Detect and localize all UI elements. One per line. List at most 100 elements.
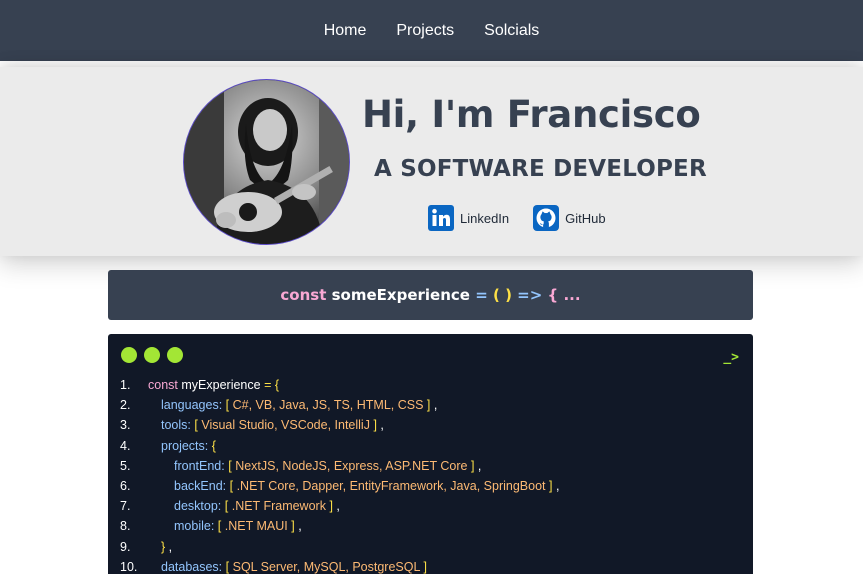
code-line: 7. desktop: [ .NET Framework ] , (108, 496, 753, 516)
code-punctuation: , (168, 539, 173, 554)
experience-banner: const someExperience = ( ) => { ... (108, 270, 753, 320)
nav-home-link[interactable]: Home (324, 22, 367, 40)
code-line: 6. backEnd: [ .NET Core, Dapper, EntityFr… (108, 476, 753, 496)
code-line: 4. projects: { (108, 436, 753, 456)
code-value: .NET Core, Dapper, EntityFramework, Java… (236, 479, 546, 494)
code-open-bracket: [ (228, 458, 232, 473)
banner-parens: ( ) (493, 286, 512, 304)
github-link[interactable]: GitHub (533, 205, 606, 231)
banner-keyword: const (280, 286, 327, 304)
banner-arrow: => (517, 286, 543, 304)
banner-equals: = (475, 286, 488, 304)
window-controls (121, 347, 183, 363)
code-line: 8. mobile: [ .NET MAUI ] , (108, 516, 753, 536)
code-property: tools: (161, 418, 191, 433)
code-close-bracket: ] (329, 499, 333, 514)
profile-photo-icon (184, 80, 349, 244)
code-punctuation: , (336, 499, 340, 514)
code-open-bracket: [ (229, 479, 234, 494)
linkedin-link[interactable]: LinkedIn (428, 205, 509, 231)
line-number: 9. (120, 539, 131, 554)
code-editor: _> 1. const myExperience = { 2. languages:… (108, 334, 753, 574)
profile-avatar (183, 79, 350, 245)
code-open-bracket: [ (225, 398, 230, 413)
social-links: LinkedIn GitHub (428, 205, 606, 231)
code-punctuation: , (477, 458, 482, 473)
code-property: mobile: (174, 519, 215, 534)
code-open-bracket: [ (194, 418, 198, 433)
hero-section: Hi, I'm Francisco A SOFTWARE DEVELOPER L… (0, 67, 863, 256)
nav-socials-link[interactable]: Solcials (484, 22, 539, 40)
banner-name: someExperience (331, 286, 470, 304)
code-value: .NET Framework (231, 499, 326, 514)
code-property: backEnd: (174, 479, 227, 494)
hero-title: Hi, I'm Francisco (362, 93, 701, 136)
code-punctuation: , (433, 398, 438, 413)
code-property: desktop: (174, 499, 222, 514)
banner-ellipsis: ... (563, 286, 581, 304)
code-property: databases: (161, 559, 223, 574)
hero-subtitle: A SOFTWARE DEVELOPER (374, 156, 707, 182)
line-number: 3. (120, 418, 131, 433)
banner-brace: { (547, 286, 559, 304)
code-value: Visual Studio, VSCode, IntelliJ (201, 418, 370, 433)
line-number: 10. (120, 559, 138, 574)
terminal-prompt: _> (723, 350, 739, 365)
code-text: desktop: [ .NET Framework ] , (148, 499, 340, 513)
line-number: 2. (120, 398, 131, 413)
top-nav: Home Projects Solcials (0, 0, 863, 61)
code-close-bracket: ] (373, 418, 377, 433)
code-value: .NET MAUI (224, 519, 288, 534)
github-label: GitHub (565, 210, 606, 226)
code-lines: 1. const myExperience = { 2. languages: [ … (108, 375, 753, 574)
code-open-bracket: { (211, 438, 216, 453)
code-text: frontEnd: [ NextJS, NodeJS, Express, ASP… (148, 459, 481, 473)
code-close-bracket: ] (291, 519, 295, 534)
code-punctuation: , (380, 418, 384, 433)
code-text: languages: [ C#, VB, Java, JS, TS, HTML,… (148, 398, 437, 412)
code-variable: myExperience (181, 378, 261, 393)
code-text: mobile: [ .NET MAUI ] , (148, 519, 302, 533)
line-number: 5. (120, 458, 131, 473)
code-text: databases: [ SQL Server, MySQL, PostgreS… (148, 560, 427, 574)
code-value: C#, VB, Java, JS, TS, HTML, CSS (232, 398, 424, 413)
code-line: 10. databases: [ SQL Server, MySQL, Postg… (108, 557, 753, 574)
code-punctuation: , (298, 519, 302, 534)
code-keyword: const (148, 378, 178, 393)
nav-projects-link[interactable]: Projects (396, 22, 454, 40)
code-open-bracket: [ (224, 499, 229, 514)
line-number: 1. (120, 378, 131, 393)
code-property: projects: (161, 438, 209, 453)
code-property: frontEnd: (174, 458, 225, 473)
code-text: backEnd: [ .NET Core, Dapper, EntityFram… (148, 479, 559, 493)
code-open-bracket: [ (225, 559, 230, 574)
code-value: NextJS, NodeJS, Express, ASP.NET Core (235, 458, 468, 473)
code-text: tools: [ Visual Studio, VSCode, IntelliJ… (148, 418, 384, 432)
line-number: 7. (120, 499, 131, 514)
line-number: 6. (120, 479, 131, 494)
github-icon (533, 205, 560, 231)
code-line: 1. const myExperience = { (108, 375, 753, 395)
window-dot-icon[interactable] (121, 347, 137, 363)
code-open-bracket: } (161, 539, 166, 554)
code-open-bracket: = { (264, 378, 280, 393)
line-number: 4. (120, 438, 131, 453)
window-dot-icon[interactable] (144, 347, 160, 363)
code-text: } , (148, 540, 172, 554)
line-number: 8. (120, 519, 131, 534)
code-close-bracket: ] (426, 398, 431, 413)
code-value: SQL Server, MySQL, PostgreSQL (232, 559, 420, 574)
code-property: languages: (161, 398, 223, 413)
window-dot-icon[interactable] (167, 347, 183, 363)
code-text: const myExperience = { (148, 378, 279, 392)
code-close-bracket: ] (470, 458, 475, 473)
code-line: 3. tools: [ Visual Studio, VSCode, Intell… (108, 415, 753, 435)
code-line: 9.} , (108, 537, 753, 557)
code-line: 5. frontEnd: [ NextJS, NodeJS, Express, A… (108, 456, 753, 476)
code-punctuation: , (555, 479, 560, 494)
code-text: projects: { (148, 439, 216, 453)
code-open-bracket: [ (217, 519, 222, 534)
code-close-bracket: ] (549, 479, 553, 494)
code-line: 2. languages: [ C#, VB, Java, JS, TS, HTM… (108, 395, 753, 415)
code-close-bracket: ] (423, 559, 427, 574)
